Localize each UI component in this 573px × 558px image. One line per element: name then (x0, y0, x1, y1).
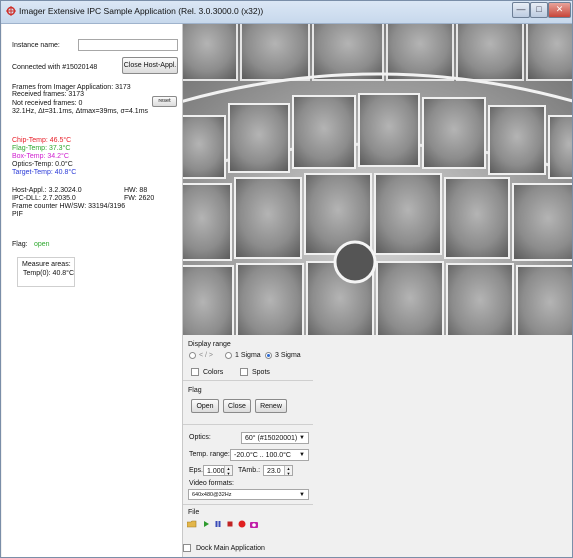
temp-range-label: Temp. range: (189, 451, 230, 458)
reset-button[interactable]: reset (152, 96, 177, 107)
radio-3sigma-label: 3 Sigma (275, 352, 301, 359)
colors-label: Colors (203, 369, 224, 376)
flag-open-button[interactable]: Open (191, 399, 219, 413)
hw-version: HW: 88 (124, 187, 148, 194)
play-icon[interactable] (201, 519, 211, 529)
frame-rate-stats: 32.1Hz, Δt=31.1ms, Δtmax=39ms, σ=4.1ms (12, 108, 149, 115)
spots-label: Spots (252, 369, 270, 376)
tamb-label: TAmb.: (238, 467, 261, 474)
minimize-button[interactable]: — (512, 2, 530, 18)
tamb-input[interactable]: 23.0 ▲ ▼ (263, 465, 293, 476)
minimize-icon: — (516, 4, 526, 14)
radio-1sigma-label: 1 Sigma (235, 352, 261, 359)
status-panel: Instance name: Connected with #15020148 … (2, 24, 183, 557)
pif-label: PIF (12, 211, 23, 218)
record-icon[interactable] (237, 519, 247, 529)
frames-from-imager: Frames from Imager Application: 3173 (12, 84, 131, 91)
file-section: File (183, 506, 313, 532)
ipc-dll-version: IPC-DLL: 2.7.2035.0 (12, 195, 76, 202)
measure-temp-value: Temp(0): 40.8°C (23, 270, 75, 277)
video-formats-label: Video formats: (189, 480, 235, 487)
tamb-value: 23.0 (267, 468, 281, 475)
stop-icon[interactable] (225, 519, 235, 529)
flag-state: open (34, 241, 50, 248)
optics-label: Optics: (189, 434, 211, 441)
received-frames: Received frames: 3173 (12, 91, 84, 98)
optics-temp: Optics-Temp: 0.0°C (12, 161, 73, 168)
tamb-spinner-icon[interactable]: ▲ ▼ (284, 466, 292, 475)
fw-version: FW: 2620 (124, 195, 155, 202)
flag-temp: Flag-Temp: 37.3°C (12, 145, 71, 152)
chevron-down-icon: ▼ (299, 435, 305, 441)
optics-select[interactable]: 60° (#15020001) ▼ (241, 432, 309, 444)
maximize-icon: □ (536, 4, 542, 14)
file-label: File (188, 509, 200, 516)
dock-main-label: Dock Main Application (196, 545, 265, 552)
box-temp: Box-Temp: 34.2°C (12, 153, 69, 160)
display-range-section: Display range < / > 1 Sigma 3 Sigma Colo… (183, 335, 313, 381)
eps-spinner-icon[interactable]: ▲ ▼ (224, 466, 232, 475)
flag-section-label: Flag (188, 387, 202, 394)
instance-name-input[interactable] (78, 39, 178, 51)
optics-value: 60° (#15020001) (245, 435, 298, 442)
pause-icon[interactable] (213, 519, 223, 529)
radio-1sigma[interactable] (225, 352, 232, 359)
window-title: Imager Extensive IPC Sample Application … (19, 6, 264, 16)
instance-name-label: Instance name: (12, 42, 60, 49)
video-format-select[interactable]: 640x480@32Hz ▼ (188, 489, 309, 500)
measure-areas-group: Measure areas: Temp(0): 40.8°C (17, 257, 75, 287)
eps-input[interactable]: 1.000 ▲ ▼ (203, 465, 233, 476)
flag-section: Flag Open Close Renew (183, 382, 313, 425)
app-window: Imager Extensive IPC Sample Application … (0, 0, 573, 558)
close-host-button[interactable]: Close Host-Appl. (122, 57, 178, 74)
radio-3sigma[interactable] (265, 352, 272, 359)
connection-status: Connected with #15020148 (12, 64, 98, 71)
folder-open-icon[interactable] (187, 519, 197, 529)
thermal-image[interactable] (183, 24, 572, 335)
dock-main-checkbox[interactable] (183, 544, 191, 552)
close-window-button[interactable]: ✕ (548, 2, 571, 18)
spots-checkbox[interactable] (240, 368, 248, 376)
controls-panel: Display range < / > 1 Sigma 3 Sigma Colo… (183, 335, 572, 557)
app-logo-icon (6, 6, 16, 16)
display-range-label: Display range (188, 341, 231, 348)
chip-temp: Chip-Temp: 46.5°C (12, 137, 72, 144)
chevron-down-icon: ▼ (299, 492, 305, 498)
flag-renew-button[interactable]: Renew (255, 399, 287, 413)
radio-minmax[interactable] (189, 352, 196, 359)
file-toolbar (187, 519, 307, 529)
eps-value: 1.000 (207, 468, 225, 475)
measure-area-circle[interactable] (333, 240, 377, 284)
colors-checkbox[interactable] (191, 368, 199, 376)
chevron-down-icon: ▼ (299, 452, 305, 458)
settings-section: Optics: 60° (#15020001) ▼ Temp. range: -2… (183, 426, 313, 505)
flag-label: Flag: (12, 241, 28, 248)
radio-minmax-label: < / > (199, 352, 214, 359)
not-received-frames: Not received frames: 0 (12, 100, 83, 107)
flag-close-button[interactable]: Close (223, 399, 251, 413)
target-temp: Target-Temp: 40.8°C (12, 169, 77, 176)
title-bar: Imager Extensive IPC Sample Application … (1, 1, 572, 24)
temp-range-value: -20.0°C .. 100.0°C (234, 452, 291, 459)
frame-counter: Frame counter HW/SW: 33194/3196 (12, 203, 126, 210)
maximize-button[interactable]: □ (530, 2, 548, 18)
temp-range-select[interactable]: -20.0°C .. 100.0°C ▼ (230, 449, 309, 461)
camera-icon[interactable] (249, 519, 259, 529)
thermal-image-canvas (183, 24, 572, 335)
host-appl-version: Host-Appl.: 3.2.3024.0 (12, 187, 82, 194)
close-icon: ✕ (555, 4, 564, 14)
video-format-value: 640x480@32Hz (192, 492, 232, 498)
measure-areas-label: Measure areas: (22, 261, 71, 268)
